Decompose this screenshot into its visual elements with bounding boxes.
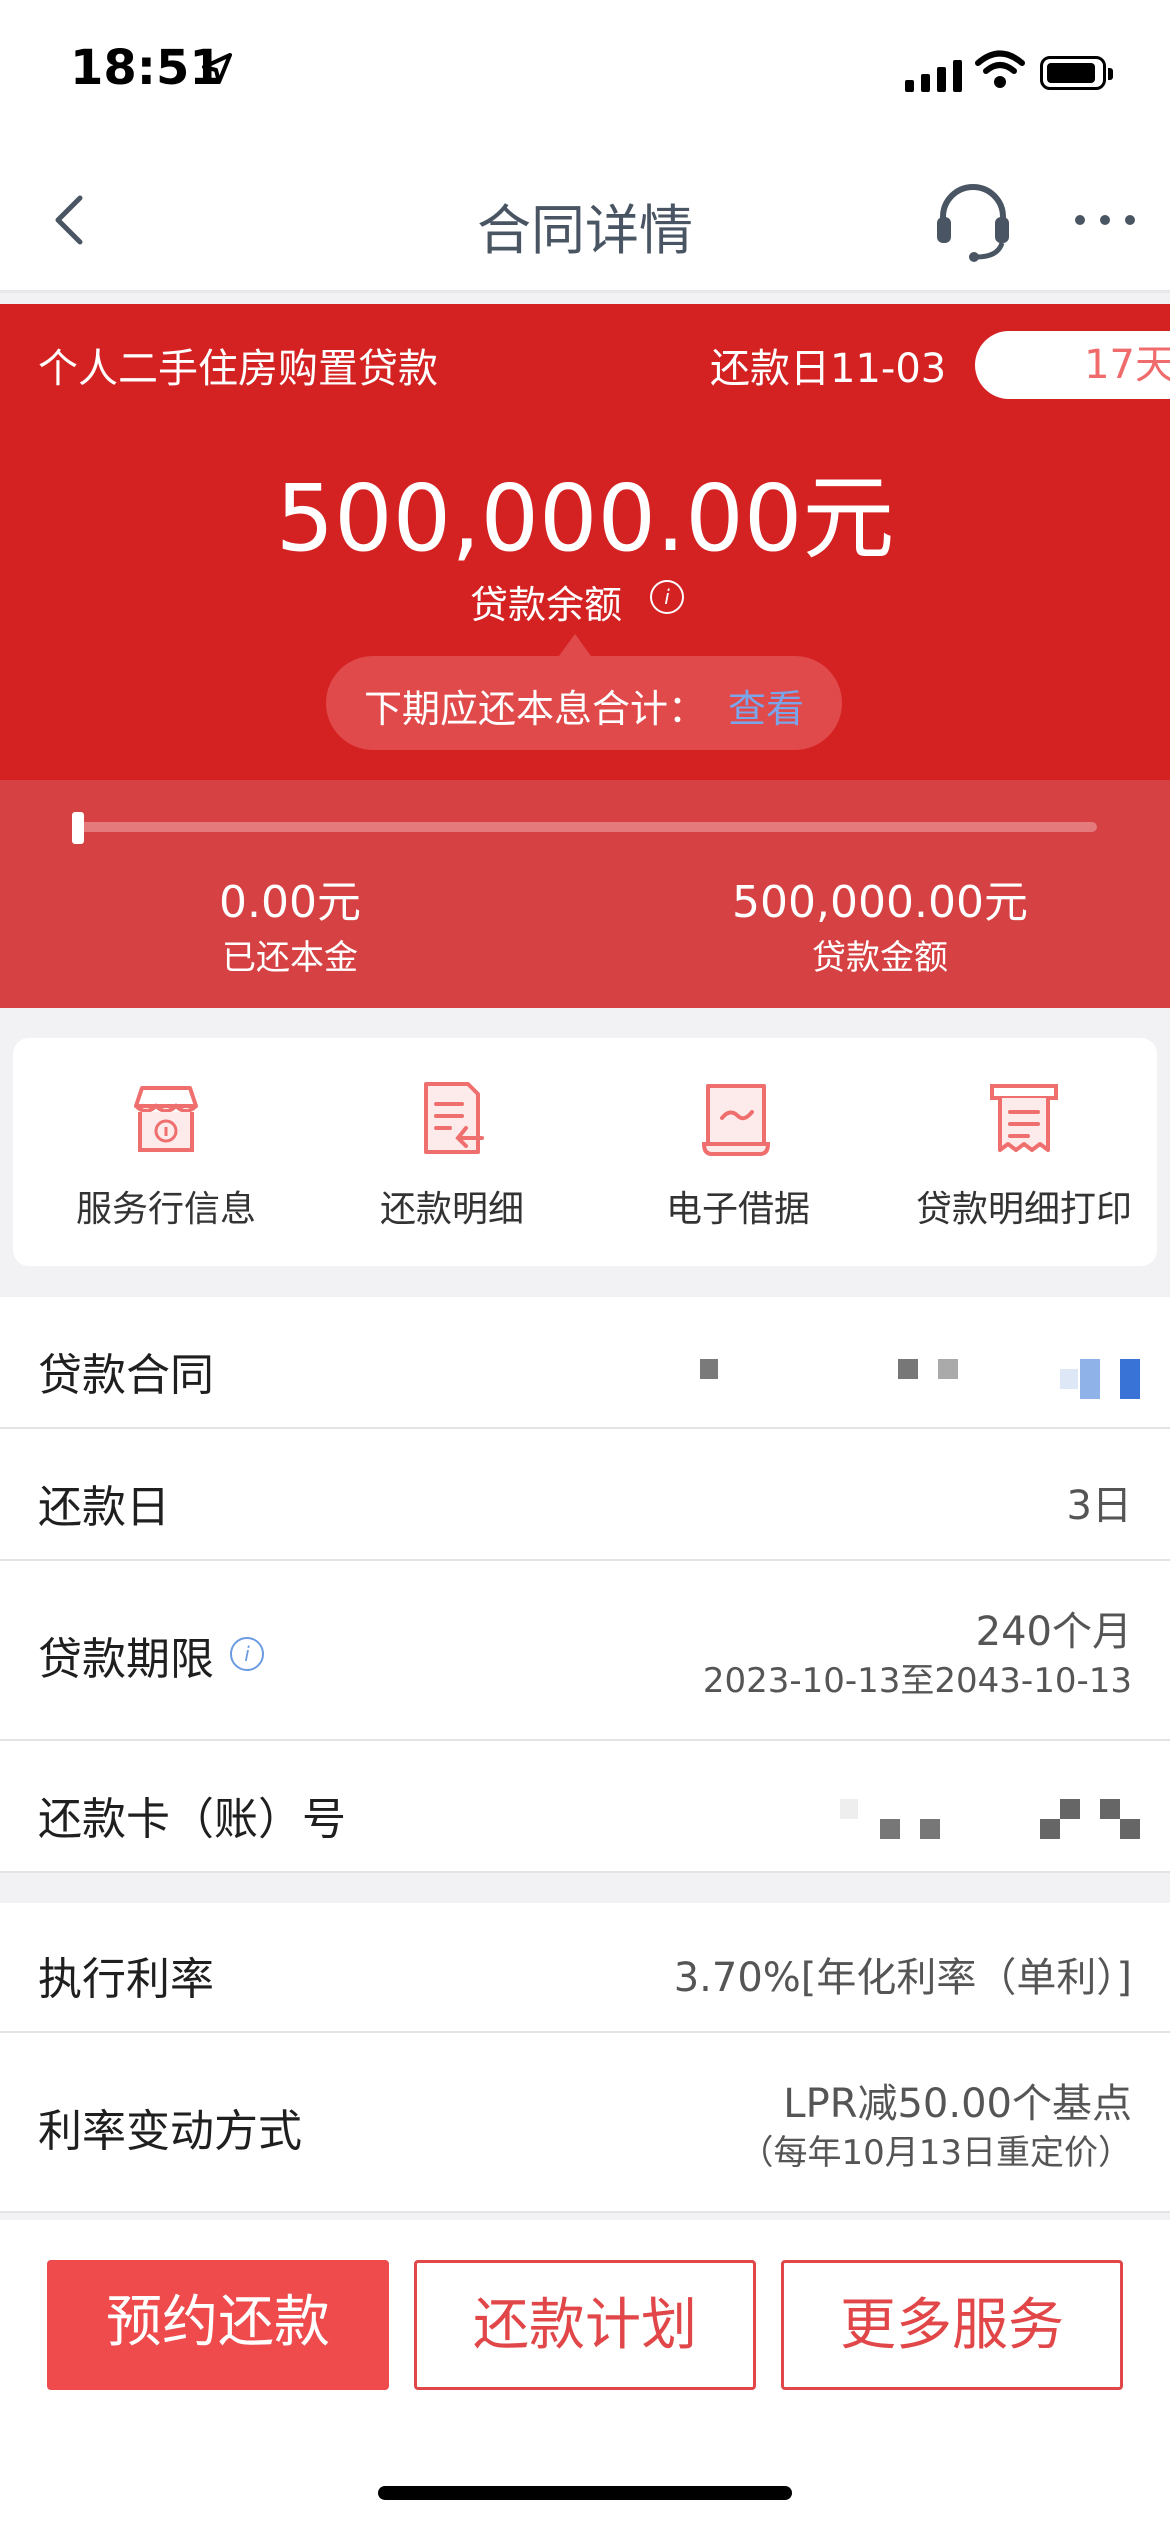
loan-amount-value: 500,000.00元 xyxy=(732,877,1028,928)
more-icon[interactable] xyxy=(1070,205,1140,235)
loan-amount-label: 贷款金额 xyxy=(812,938,948,978)
balance-label: 贷款余额 xyxy=(470,583,623,627)
info-icon[interactable]: i xyxy=(230,1637,264,1671)
row-repay-day: 还款日 3日 xyxy=(0,1429,1170,1561)
row-value: 240个月 xyxy=(975,1609,1132,1655)
masked-value xyxy=(920,1819,940,1839)
repayment-progress: 0.00元 已还本金 500,000.00元 贷款金额 xyxy=(0,780,1170,1008)
location-arrow-icon xyxy=(202,53,232,84)
quick-action-repayment-detail[interactable]: 还款明细 xyxy=(309,1038,595,1266)
quick-action-bank-info[interactable]: 服务行信息 xyxy=(23,1038,309,1266)
masked-value xyxy=(1060,1799,1080,1819)
nav-bar: 合同详情 xyxy=(0,150,1170,293)
loan-type: 个人二手住房购置贷款 xyxy=(38,346,438,392)
masked-value xyxy=(700,1359,718,1379)
customer-service-icon[interactable] xyxy=(928,175,1018,265)
repaid-principal-label: 已还本金 xyxy=(222,938,358,978)
quick-action-label: 还款明细 xyxy=(379,1189,524,1230)
next-payment-pill: 下期应还本息合计： 查看 xyxy=(326,634,842,750)
row-label: 执行利率 xyxy=(38,1954,214,2005)
row-interest-rate: 执行利率 3.70%[年化利率（单利）] xyxy=(0,1903,1170,2033)
status-bar: 18:51 xyxy=(0,0,1170,150)
row-label: 贷款合同 xyxy=(38,1350,214,1401)
repayment-plan-button[interactable]: 还款计划 xyxy=(414,2260,756,2390)
masked-value xyxy=(1080,1359,1100,1399)
repayment-detail-icon xyxy=(424,1082,484,1154)
row-value: 3日 xyxy=(1066,1483,1132,1529)
masked-value xyxy=(1060,1369,1078,1389)
row-label: 还款日 xyxy=(38,1482,170,1533)
masked-value xyxy=(938,1359,958,1379)
quick-action-print[interactable]: 贷款明细打印 xyxy=(881,1038,1167,1266)
masked-value xyxy=(840,1799,858,1819)
row-sub-value: 2023-10-13至2043-10-13 xyxy=(702,1661,1132,1701)
more-services-button[interactable]: 更多服务 xyxy=(781,2260,1123,2390)
repaid-principal-value: 0.00元 xyxy=(219,877,361,928)
quick-action-label: 贷款明细打印 xyxy=(915,1189,1132,1230)
info-icon[interactable]: i xyxy=(650,580,684,614)
masked-value xyxy=(898,1359,918,1379)
loan-balance: 500,000.00元 xyxy=(275,465,895,572)
cellular-signal-icon xyxy=(905,58,962,92)
row-loan-term: 贷款期限 i 240个月 2023-10-13至2043-10-13 xyxy=(0,1561,1170,1741)
row-value: LPR减50.00个基点 xyxy=(783,2081,1132,2127)
home-indicator[interactable] xyxy=(378,2486,792,2500)
masked-value xyxy=(1100,1799,1120,1819)
quick-action-label: 电子借据 xyxy=(665,1189,810,1230)
repay-date: 还款日11-03 xyxy=(710,346,947,392)
row-label: 贷款期限 xyxy=(38,1634,214,1685)
masked-value xyxy=(880,1819,900,1839)
masked-value xyxy=(1040,1819,1060,1839)
next-payment-label: 下期应还本息合计： xyxy=(364,687,707,731)
bank-info-icon xyxy=(134,1086,198,1152)
masked-value xyxy=(1120,1359,1140,1399)
quick-action-e-receipt[interactable]: 电子借据 xyxy=(595,1038,881,1266)
masked-value xyxy=(1120,1819,1140,1839)
quick-action-label: 服务行信息 xyxy=(75,1189,256,1230)
quick-actions: 服务行信息 还款明细 电子借据 贷款明细打印 xyxy=(13,1038,1157,1266)
row-value: 3.70%[年化利率（单利）] xyxy=(673,1955,1132,2001)
row-loan-contract[interactable]: 贷款合同 xyxy=(0,1297,1170,1429)
battery-icon xyxy=(1040,56,1113,90)
row-repay-card[interactable]: 还款卡（账）号 xyxy=(0,1741,1170,1873)
row-label: 利率变动方式 xyxy=(38,2106,302,2157)
row-rate-change: 利率变动方式 LPR减50.00个基点 （每年10月13日重定价） xyxy=(0,2033,1170,2213)
row-sub-value: （每年10月13日重定价） xyxy=(739,2133,1132,2173)
loan-summary-banner: 个人二手住房购置贷款 还款日11-03 17天 500,000.00元 贷款余额… xyxy=(0,304,1170,780)
wifi-icon xyxy=(975,50,1025,88)
days-left-badge: 17天 xyxy=(975,331,1170,399)
progress-track xyxy=(72,822,1097,832)
e-receipt-icon xyxy=(701,1084,771,1156)
print-icon xyxy=(990,1084,1058,1152)
row-label: 还款卡（账）号 xyxy=(38,1794,346,1845)
reserve-repayment-button[interactable]: 预约还款 xyxy=(47,2260,389,2390)
view-next-payment-link[interactable]: 查看 xyxy=(728,678,804,733)
progress-thumb xyxy=(72,812,84,844)
